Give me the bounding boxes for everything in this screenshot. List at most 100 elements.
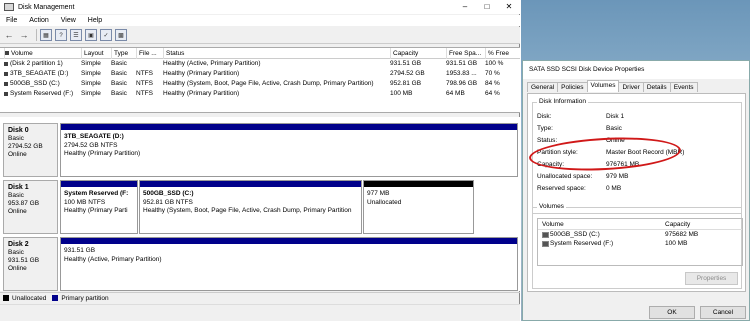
close-icon[interactable]: ✕ <box>498 0 520 14</box>
back-icon[interactable]: ← <box>3 29 15 41</box>
table-row[interactable]: 500GB_SSD (C:) Simple Basic NTFS Healthy… <box>0 79 520 89</box>
disk-name: Disk 2 <box>8 241 29 248</box>
column-header-volume[interactable]: Volume <box>4 48 80 59</box>
volumes-tab-panel: Disk Information Disk: Disk 1 Type: Basi… <box>527 93 746 292</box>
column-header-free-space[interactable]: Free Spa... <box>446 48 484 59</box>
partition-500gb-ssd[interactable]: 500GB_SSD (C:) 952.81 GB NTFS Healthy (S… <box>139 180 362 234</box>
disk-size: 931.51 GB <box>8 257 40 264</box>
table-row[interactable]: 500GB_SSD (C:) 975682 MB <box>538 230 742 239</box>
window-title: Disk Management <box>18 3 75 11</box>
volume-type: Basic <box>111 80 127 87</box>
volume-capacity: 975682 MB <box>665 231 699 238</box>
partition-size: 2794.52 GB NTFS <box>64 141 118 149</box>
column-header-percent-free[interactable]: % Free <box>485 48 515 59</box>
disk-type: Basic <box>8 135 24 142</box>
menu-file[interactable]: File <box>0 15 23 26</box>
volume-list[interactable]: Volume Layout Type File ... Status Capac… <box>0 47 520 113</box>
table-row[interactable]: 3TB_SEAGATE (D:) Simple Basic NTFS Healt… <box>0 69 520 79</box>
console-tree-icon[interactable]: ▦ <box>40 29 52 41</box>
partition-name: System Reserved (F: <box>64 190 129 197</box>
column-header-capacity[interactable]: Capacity <box>665 219 690 230</box>
list-icon[interactable]: ☰ <box>70 29 82 41</box>
volume-percent-free: 70 % <box>485 70 500 77</box>
column-header-capacity[interactable]: Capacity <box>390 48 444 59</box>
table-row[interactable]: System Reserved (F:) Simple Basic NTFS H… <box>0 89 520 99</box>
dialog-title: SATA SSD SCSI Disk Device Properties <box>523 61 749 79</box>
table-row[interactable]: (Disk 2 partition 1) Simple Basic Health… <box>0 59 520 69</box>
tab-details[interactable]: Details <box>642 82 671 92</box>
volume-list-header: Volume Layout Type File ... Status Capac… <box>0 48 520 59</box>
volume-percent-free: 64 % <box>485 90 500 97</box>
tab-driver[interactable]: Driver <box>618 82 644 92</box>
disk-info-1[interactable]: Disk 1 Basic 953.87 GB Online <box>3 180 58 234</box>
partition-status: Healthy (Primary Parti <box>64 207 128 214</box>
forward-icon[interactable]: → <box>18 29 30 41</box>
tab-volumes[interactable]: Volumes <box>586 80 620 92</box>
disk-type: Basic <box>8 249 24 256</box>
disk-info-2[interactable]: Disk 2 Basic 931.51 GB Online <box>3 237 58 291</box>
partition-system-reserved[interactable]: System Reserved (F: 100 MB NTFS Healthy … <box>60 180 138 234</box>
refresh-icon[interactable]: ✓ <box>100 29 112 41</box>
volume-free-space: 64 MB <box>446 90 465 97</box>
volume-percent-free: 100 % <box>485 60 504 67</box>
table-row[interactable]: System Reserved (F:) 100 MB <box>538 239 742 248</box>
volume-layout: Simple <box>81 80 101 87</box>
column-header-file-system[interactable]: File ... <box>136 48 162 59</box>
help-icon[interactable]: ? <box>55 29 67 41</box>
status-bar <box>0 304 520 321</box>
info-value: 0 MB <box>606 185 622 192</box>
toolbar: ← → ▦ ? ☰ ▣ ✓ ▩ <box>0 27 520 44</box>
partition-status: Healthy (System, Boot, Page File, Active… <box>143 207 352 214</box>
partition-disk2-primary[interactable]: 931.51 GB Healthy (Active, Primary Parti… <box>60 237 518 291</box>
volume-file-system: NTFS <box>136 70 153 77</box>
column-header-volume[interactable]: Volume <box>542 219 564 230</box>
menu-view[interactable]: View <box>55 15 82 26</box>
disk-type: Basic <box>8 192 24 199</box>
disk-name: Disk 0 <box>8 127 29 134</box>
volume-layout: Simple <box>81 90 101 97</box>
disk-row-0: Disk 0 Basic 2794.52 GB Online 3TB_SEAGA… <box>3 123 518 177</box>
legend: Unallocated Primary partition <box>0 292 520 303</box>
maximize-icon[interactable]: □ <box>476 0 498 14</box>
volumes-label: Volumes <box>537 203 566 210</box>
volume-type: Basic <box>111 60 127 67</box>
disk-status: Online <box>8 265 27 272</box>
disk-status: Online <box>8 151 27 158</box>
properties-button[interactable]: Properties <box>685 272 738 285</box>
tab-events[interactable]: Events <box>669 82 698 92</box>
volume-capacity: 931.51 GB <box>390 60 422 67</box>
primary-partition-swatch <box>52 295 59 301</box>
column-header-layout[interactable]: Layout <box>81 48 110 59</box>
volumes-table[interactable]: Volume Capacity 500GB_SSD (C:) 975682 MB… <box>537 218 743 266</box>
ok-button[interactable]: OK <box>649 306 695 319</box>
disk-info-0[interactable]: Disk 0 Basic 2794.52 GB Online <box>3 123 58 177</box>
volume-percent-free: 84 % <box>485 80 500 87</box>
volume-type: Basic <box>111 70 127 77</box>
column-header-type[interactable]: Type <box>111 48 135 59</box>
volumes-table-header: Volume Capacity <box>538 219 742 230</box>
export-icon[interactable]: ▩ <box>115 29 127 41</box>
disk-size: 2794.52 GB <box>8 143 43 150</box>
volume-status: Healthy (Active, Primary Partition) <box>163 60 261 67</box>
partition-name: 500GB_SSD (C:) <box>143 190 194 197</box>
tab-policies[interactable]: Policies <box>557 82 588 92</box>
menu-action[interactable]: Action <box>23 15 54 26</box>
volume-name: 500GB_SSD (C:) <box>4 79 80 89</box>
minimize-icon[interactable]: – <box>454 0 476 14</box>
volume-free-space: 798.96 GB <box>446 80 478 87</box>
disk-management-app-icon <box>4 3 14 11</box>
cancel-button[interactable]: Cancel <box>700 306 746 319</box>
volume-layout: Simple <box>81 70 101 77</box>
column-header-status[interactable]: Status <box>163 48 389 59</box>
disk-status: Online <box>8 208 27 215</box>
volume-status: Healthy (Primary Partition) <box>163 90 240 97</box>
volume-capacity: 100 MB <box>390 90 413 97</box>
menu-help[interactable]: Help <box>82 15 108 26</box>
partition-unallocated[interactable]: 977 MB Unallocated <box>363 180 474 234</box>
partition-3tb-seagate[interactable]: 3TB_SEAGATE (D:) 2794.52 GB NTFS Healthy… <box>60 123 518 177</box>
tab-general[interactable]: General <box>527 82 559 92</box>
info-key: Disk: <box>537 113 552 120</box>
properties-icon[interactable]: ▣ <box>85 29 97 41</box>
disk-size: 953.87 GB <box>8 200 40 207</box>
volume-capacity: 952.81 GB <box>390 80 422 87</box>
